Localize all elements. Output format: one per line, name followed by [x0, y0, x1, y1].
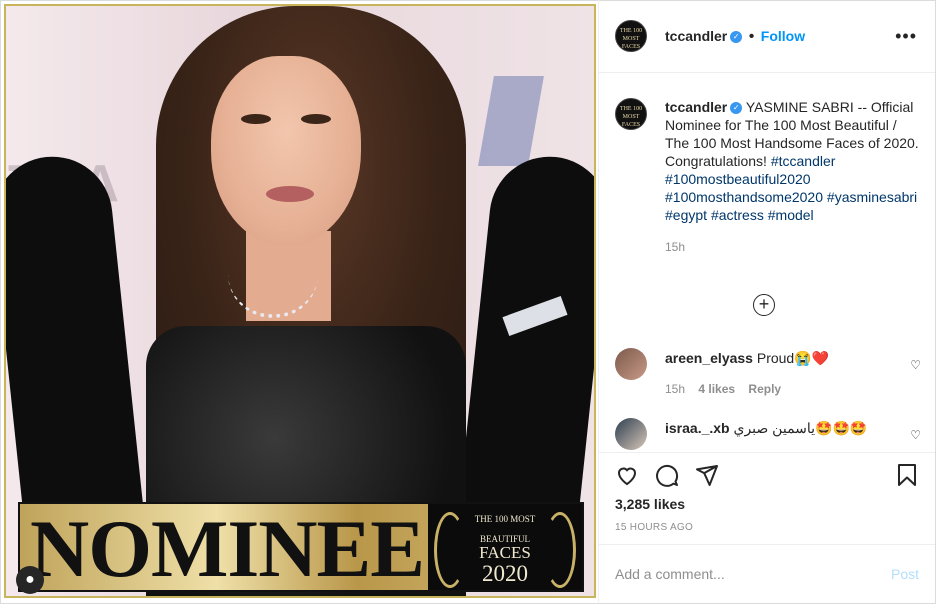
- comment-meta: 15h 4 likes Reply: [665, 382, 781, 396]
- heart-icon[interactable]: [615, 463, 639, 487]
- hashtag-link[interactable]: #actress: [711, 207, 764, 223]
- hashtag-link[interactable]: #100mostbeautiful2020: [665, 171, 811, 187]
- caption-time[interactable]: 15h: [665, 238, 919, 256]
- verified-badge-icon: ✓: [730, 102, 743, 115]
- post-timestamp[interactable]: 15 HOURS AGO: [615, 522, 693, 533]
- reply-button[interactable]: Reply: [748, 382, 781, 396]
- comment-text: ياسمين صبري🤩🤩🤩: [733, 420, 868, 436]
- hashtag-link[interactable]: #yasminesabri: [827, 189, 917, 205]
- background-logo: [478, 76, 544, 166]
- commenter-avatar[interactable]: [615, 348, 647, 380]
- hashtag-link[interactable]: #model: [768, 207, 814, 223]
- nominee-banner: NOMINEE THE 100 MOST BEAUTIFUL FACES 202…: [18, 502, 584, 592]
- comment-likes[interactable]: 4 likes: [698, 382, 735, 396]
- header-user: tccandler ✓ • Follow: [665, 28, 805, 46]
- comment-time[interactable]: 15h: [665, 382, 685, 396]
- username-link[interactable]: tccandler: [665, 28, 727, 44]
- caption: tccandler ✓ YASMINE SABRI -- Official Nom…: [665, 98, 919, 256]
- commenter-avatar[interactable]: [615, 418, 647, 450]
- likes-count[interactable]: 3,285 likes: [615, 496, 685, 512]
- right-eye: [301, 114, 331, 124]
- hashtag-link[interactable]: #egypt: [665, 207, 707, 223]
- hashtag-link[interactable]: #100mosthandsome2020: [665, 189, 823, 205]
- hashtag-link[interactable]: #tccandler: [771, 153, 836, 169]
- comment-username[interactable]: areen_elyass: [665, 350, 753, 366]
- add-comment-input[interactable]: Add a comment...: [615, 566, 725, 582]
- comment-like-icon[interactable]: ♡: [910, 358, 921, 372]
- comment-text: Proud😭❤️: [756, 350, 830, 366]
- separator-dot: •: [748, 28, 755, 45]
- post-image[interactable]: TRA NOMINEE THE 100 MOST BEAUTIFUL FACES…: [4, 4, 596, 598]
- right-glove: [456, 150, 594, 542]
- comment-body: areen_elyass Proud😭❤️: [665, 350, 829, 367]
- laurel-left-icon: [434, 512, 466, 588]
- more-options-icon[interactable]: •••: [895, 26, 917, 47]
- post-header: THE 100 MOST FACES tccandler ✓ • Follow •…: [599, 0, 935, 73]
- laurel-right-icon: [544, 512, 576, 588]
- award-badge: THE 100 MOST BEAUTIFUL FACES 2020: [428, 504, 582, 590]
- action-bar: [599, 452, 935, 487]
- caption-username[interactable]: tccandler: [665, 99, 727, 115]
- caption-avatar[interactable]: THE 100 MOST FACES: [615, 98, 647, 130]
- left-eye: [241, 114, 271, 124]
- comment-username[interactable]: israa._.xb: [665, 420, 730, 436]
- post-comment-button[interactable]: Post: [891, 566, 919, 582]
- comment-body: israa._.xb ياسمين صبري🤩🤩🤩: [665, 420, 867, 437]
- comment-like-icon[interactable]: ♡: [910, 428, 921, 442]
- face: [211, 56, 361, 246]
- left-glove: [6, 150, 146, 542]
- avatar[interactable]: THE 100 MOST FACES: [615, 20, 647, 52]
- add-comment-bar: Add a comment... Post: [599, 544, 935, 603]
- tagged-user-icon[interactable]: ●: [16, 566, 44, 594]
- follow-button[interactable]: Follow: [761, 28, 805, 44]
- post-side-panel: THE 100 MOST FACES tccandler ✓ • Follow •…: [598, 0, 935, 602]
- share-icon[interactable]: [695, 463, 719, 487]
- lips: [266, 186, 314, 202]
- nominee-text: NOMINEE: [30, 503, 425, 594]
- verified-badge-icon: ✓: [730, 30, 743, 43]
- comment-icon[interactable]: [655, 463, 679, 487]
- comment-item: israa._.xb ياسمين صبري🤩🤩🤩 ♡: [615, 418, 925, 450]
- load-more-comments-icon[interactable]: +: [753, 294, 775, 316]
- bookmark-icon[interactable]: [895, 463, 919, 487]
